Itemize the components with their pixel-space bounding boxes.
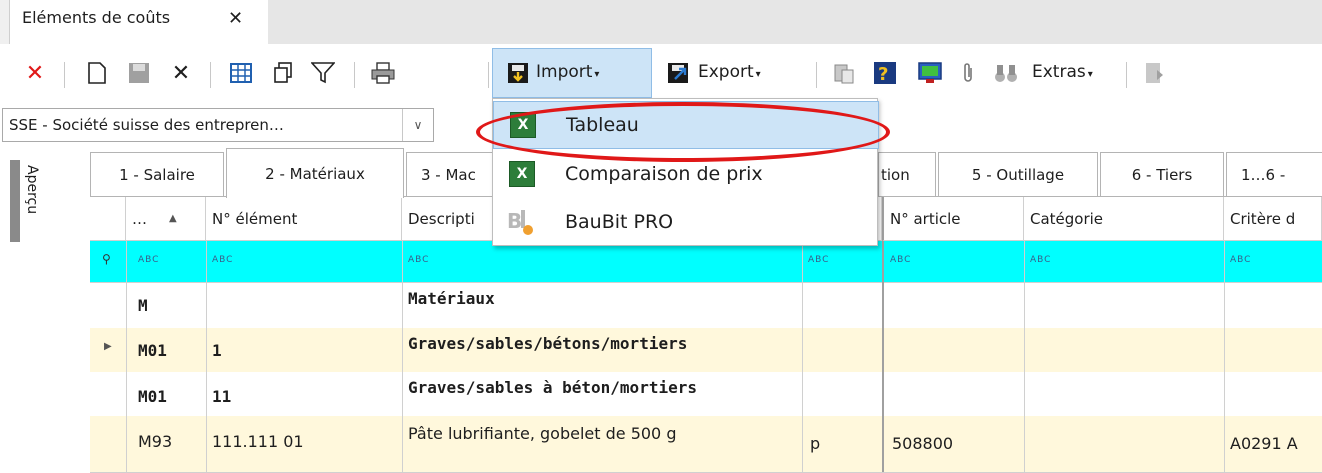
delete-icon[interactable]: ✕ (166, 58, 196, 88)
tab-outillage[interactable]: 5 - Outillage (938, 152, 1098, 196)
column-divider (402, 241, 403, 472)
tab-strip-filler (268, 0, 1322, 44)
report-icon[interactable] (1140, 58, 1170, 88)
sort-ascending-icon: ▲ (169, 213, 177, 224)
document-tab-strip: Eléments de coûts ✕ (0, 0, 1322, 44)
toolbar-separator (816, 62, 817, 88)
help-icon[interactable]: ? (870, 58, 902, 88)
tab-salaire[interactable]: 1 - Salaire (90, 152, 224, 196)
column-header-category[interactable]: Catégorie (1024, 197, 1224, 241)
chevron-down-icon[interactable]: ∨ (402, 109, 433, 141)
table-row[interactable]: M93 111.111 01 Pâte lubrifiante, gobelet… (90, 416, 1322, 473)
column-divider (206, 241, 207, 472)
apercu-side-tab[interactable]: Aperçu (24, 165, 40, 214)
column-header-article-number[interactable]: N° article (882, 197, 1024, 241)
column-header-criteria[interactable]: Critère d (1224, 197, 1322, 241)
filter-cell-unit[interactable]: ABC (808, 255, 829, 265)
column-header-element-number[interactable]: N° élément (206, 197, 402, 241)
table-row[interactable]: ▶ M01 1 Graves/sables/bétons/mortiers (90, 328, 1322, 373)
column-divider (1224, 241, 1225, 472)
import-label: Import ▾ (536, 62, 600, 82)
filter-row[interactable] (90, 241, 1322, 283)
tab-materiaux[interactable]: 2 - Matériaux (226, 148, 404, 198)
tab-all[interactable]: 1…6 - (1226, 152, 1322, 196)
filter-icon[interactable] (306, 58, 340, 88)
export-disk-icon[interactable] (664, 58, 692, 88)
table-row[interactable]: M01 11 Graves/sables à béton/mortiers (90, 372, 1322, 417)
filter-cell-element-number[interactable]: ABC (212, 255, 233, 265)
column-divider (126, 241, 127, 472)
highlight-ellipse-annotation (476, 102, 890, 162)
table-grid-icon[interactable] (224, 58, 258, 88)
svg-text:?: ? (878, 64, 888, 85)
attachment-icon[interactable] (956, 58, 980, 88)
paste-icon[interactable] (828, 58, 860, 88)
frozen-column-divider (882, 241, 884, 472)
filter-cell-category[interactable]: ABC (1030, 255, 1051, 265)
filter-pin-icon: ⚲ (102, 252, 112, 266)
tab-machines[interactable]: 3 - Mac (406, 152, 496, 196)
left-edge-bar (0, 0, 10, 44)
toolbar-separator (1126, 62, 1127, 88)
catalog-select[interactable]: SSE - Société suisse des entrepren… ∨ (2, 108, 434, 142)
filter-cell-code[interactable]: ABC (138, 255, 159, 265)
close-tab-icon[interactable]: ✕ (228, 8, 243, 29)
menu-item-baubit-pro[interactable]: B BauBit PRO (493, 199, 877, 245)
row-indicator-header (90, 197, 126, 241)
binoculars-icon[interactable] (990, 58, 1022, 88)
filter-cell-description[interactable]: ABC (408, 255, 429, 265)
current-row-indicator-icon: ▶ (104, 341, 112, 352)
import-disk-icon (504, 58, 532, 88)
document-tab-title: Eléments de coûts (22, 8, 171, 27)
svg-text:B: B (507, 209, 522, 233)
filter-cell-article-number[interactable]: ABC (890, 255, 911, 265)
tab-tiers[interactable]: 6 - Tiers (1100, 152, 1224, 196)
export-button[interactable]: Export ▾ (698, 62, 761, 82)
cancel-icon[interactable]: ✕ (20, 58, 50, 88)
extras-button[interactable]: Extras ▾ (1032, 62, 1093, 82)
monitor-icon[interactable] (914, 58, 946, 88)
toolbar-separator (488, 62, 489, 88)
print-icon[interactable] (366, 58, 400, 88)
table-row[interactable]: M Matériaux (90, 283, 1322, 329)
filter-cell-criteria[interactable]: ABC (1230, 255, 1251, 265)
toolbar-separator (64, 62, 65, 88)
toolbar-separator (354, 62, 355, 88)
new-document-icon[interactable] (82, 58, 112, 88)
baubit-icon: B (507, 208, 535, 236)
side-panel-handle[interactable] (10, 160, 20, 242)
copy-icon[interactable] (266, 58, 300, 88)
column-divider (802, 241, 803, 472)
toolbar (0, 44, 1322, 102)
catalog-select-value: SSE - Société suisse des entrepren… (9, 116, 284, 134)
save-icon[interactable] (124, 58, 154, 88)
excel-icon: X (509, 161, 535, 187)
column-divider (1024, 241, 1025, 472)
toolbar-separator (210, 62, 211, 88)
tab-production[interactable]: tion (878, 152, 936, 196)
column-header-code[interactable]: … ▲ (126, 197, 206, 241)
